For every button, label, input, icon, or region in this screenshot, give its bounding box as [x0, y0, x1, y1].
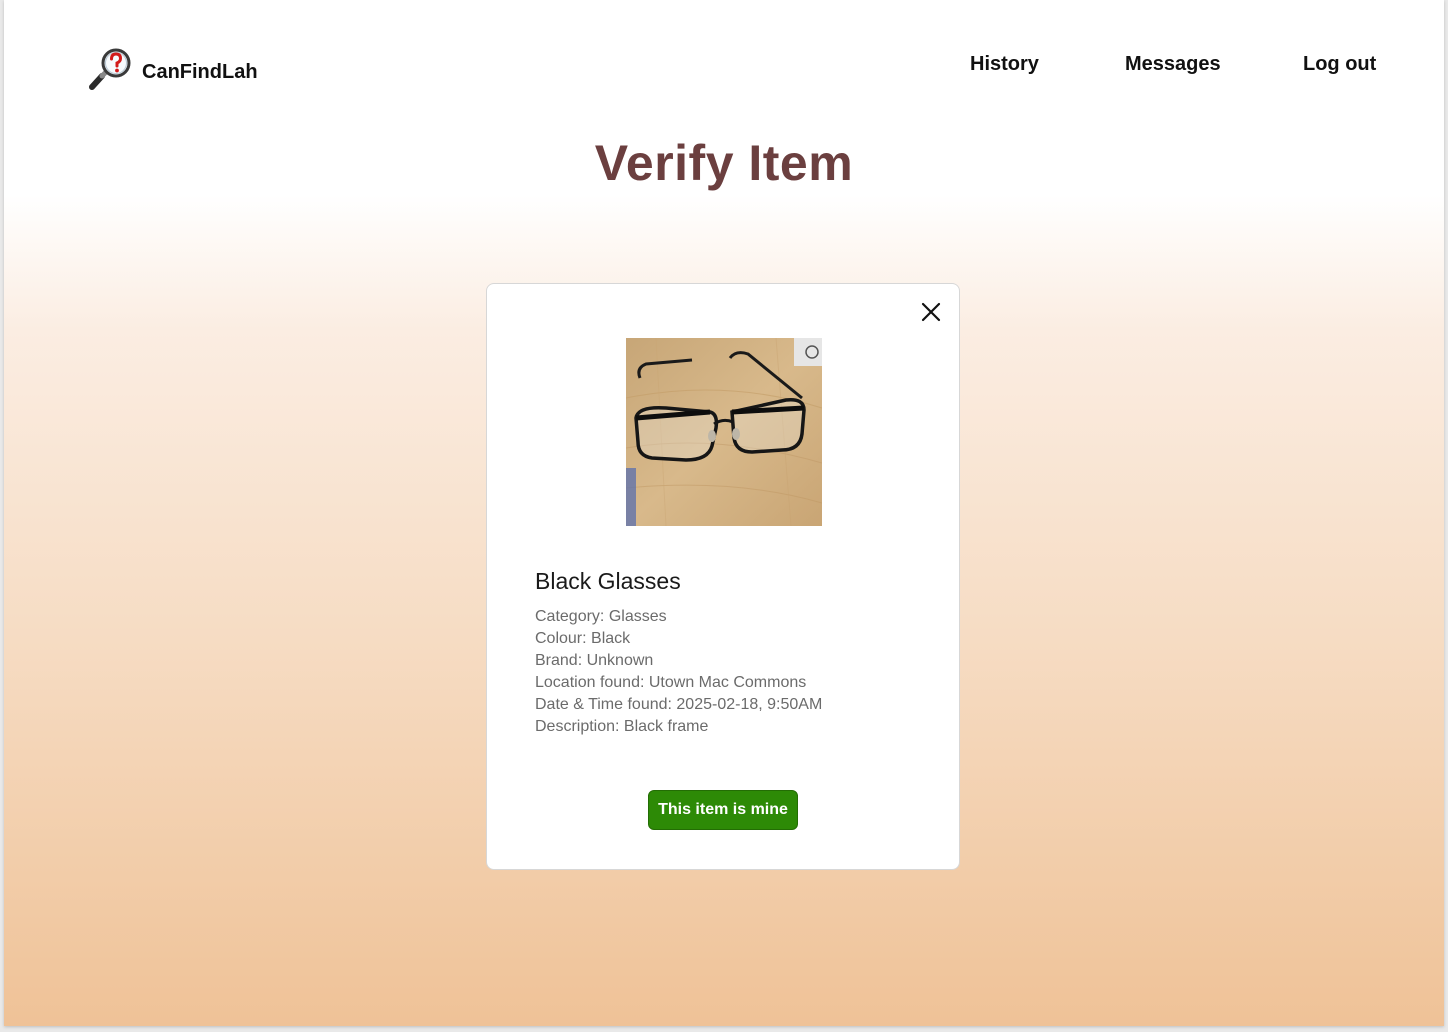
item-name: Black Glasses	[535, 568, 681, 594]
page-background: CanFindLah History Messages Log out Veri…	[4, 0, 1444, 1026]
item-card: Black Glasses Category: Glasses Colour: …	[486, 283, 960, 870]
detail-brand: Brand: Unknown	[535, 652, 654, 669]
detail-colour: Colour: Black	[535, 630, 631, 647]
claim-item-button[interactable]: This item is mine	[648, 790, 798, 830]
page-title: Verify Item	[594, 135, 854, 191]
detail-description: Description: Black frame	[535, 718, 709, 735]
item-photo	[626, 338, 822, 526]
detail-category: Category: Glasses	[535, 608, 667, 625]
nav-messages-link[interactable]: Messages	[1125, 53, 1221, 76]
brand-logo[interactable]: CanFindLah	[88, 46, 258, 92]
nav-history-link[interactable]: History	[970, 53, 1039, 76]
detail-location: Location found: Utown Mac Commons	[535, 674, 807, 691]
nav-logout-link[interactable]: Log out	[1303, 53, 1376, 76]
item-details: Category: Glasses Colour: Black Brand: U…	[535, 606, 822, 738]
magnifier-question-icon	[88, 46, 134, 92]
brand-name: CanFindLah	[142, 61, 258, 83]
detail-datetime: Date & Time found: 2025-02-18, 9:50AM	[535, 696, 823, 713]
close-icon[interactable]	[921, 302, 941, 322]
